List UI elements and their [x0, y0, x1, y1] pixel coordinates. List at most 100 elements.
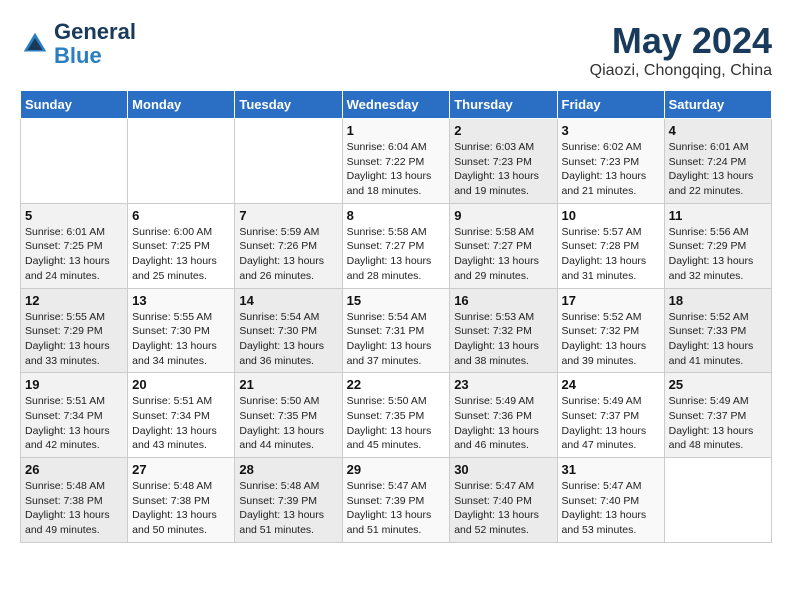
day-info: Sunrise: 5:56 AM Sunset: 7:29 PM Dayligh…: [669, 225, 767, 284]
calendar-cell: 12 Sunrise: 5:55 AM Sunset: 7:29 PM Dayli…: [21, 288, 128, 373]
calendar-cell: 5 Sunrise: 6:01 AM Sunset: 7:25 PM Daylig…: [21, 203, 128, 288]
day-info: Sunrise: 5:52 AM Sunset: 7:32 PM Dayligh…: [562, 310, 660, 369]
weekday-header-row: SundayMondayTuesdayWednesdayThursdayFrid…: [21, 91, 772, 119]
calendar-cell: 3 Sunrise: 6:02 AM Sunset: 7:23 PM Daylig…: [557, 119, 664, 204]
day-info: Sunrise: 6:04 AM Sunset: 7:22 PM Dayligh…: [347, 140, 446, 199]
day-info: Sunrise: 5:49 AM Sunset: 7:36 PM Dayligh…: [454, 394, 552, 453]
calendar-table: SundayMondayTuesdayWednesdayThursdayFrid…: [20, 90, 772, 543]
day-number: 6: [132, 208, 230, 223]
day-number: 11: [669, 208, 767, 223]
day-number: 1: [347, 123, 446, 138]
weekday-tuesday: Tuesday: [235, 91, 342, 119]
weekday-sunday: Sunday: [21, 91, 128, 119]
day-number: 20: [132, 377, 230, 392]
day-number: 22: [347, 377, 446, 392]
calendar-cell: 16Sunrise: 5:53 AM Sunset: 7:32 PM Dayli…: [450, 288, 557, 373]
day-info: Sunrise: 5:58 AM Sunset: 7:27 PM Dayligh…: [347, 225, 446, 284]
day-number: 2: [454, 123, 552, 138]
calendar-cell: 2 Sunrise: 6:03 AM Sunset: 7:23 PM Daylig…: [450, 119, 557, 204]
day-info: Sunrise: 5:54 AM Sunset: 7:30 PM Dayligh…: [239, 310, 337, 369]
day-number: 3: [562, 123, 660, 138]
calendar-cell: 11 Sunrise: 5:56 AM Sunset: 7:29 PM Dayli…: [664, 203, 771, 288]
logo: General Blue: [20, 20, 136, 68]
calendar-cell: [128, 119, 235, 204]
day-info: Sunrise: 6:01 AM Sunset: 7:24 PM Dayligh…: [669, 140, 767, 199]
calendar-cell: [21, 119, 128, 204]
logo-icon: [20, 29, 50, 59]
calendar-cell: 13Sunrise: 5:55 AM Sunset: 7:30 PM Dayli…: [128, 288, 235, 373]
day-number: 19: [25, 377, 123, 392]
day-number: 7: [239, 208, 337, 223]
day-number: 18: [669, 293, 767, 308]
day-info: Sunrise: 5:52 AM Sunset: 7:33 PM Dayligh…: [669, 310, 767, 369]
day-number: 13: [132, 293, 230, 308]
day-info: Sunrise: 5:47 AM Sunset: 7:39 PM Dayligh…: [347, 479, 446, 538]
calendar-body: 1 Sunrise: 6:04 AM Sunset: 7:22 PM Daylig…: [21, 119, 772, 543]
calendar-cell: 26 Sunrise: 5:48 AM Sunset: 7:38 PM Dayli…: [21, 458, 128, 543]
calendar-cell: 15 Sunrise: 5:54 AM Sunset: 7:31 PM Dayli…: [342, 288, 450, 373]
weekday-saturday: Saturday: [664, 91, 771, 119]
day-info: Sunrise: 5:53 AM Sunset: 7:32 PM Dayligh…: [454, 310, 552, 369]
location: Qiaozi, Chongqing, China: [590, 62, 772, 80]
calendar-cell: [235, 119, 342, 204]
day-info: Sunrise: 5:51 AM Sunset: 7:34 PM Dayligh…: [25, 394, 123, 453]
calendar-cell: [664, 458, 771, 543]
calendar-cell: 1 Sunrise: 6:04 AM Sunset: 7:22 PM Daylig…: [342, 119, 450, 204]
day-info: Sunrise: 5:54 AM Sunset: 7:31 PM Dayligh…: [347, 310, 446, 369]
day-info: Sunrise: 5:50 AM Sunset: 7:35 PM Dayligh…: [347, 394, 446, 453]
day-number: 29: [347, 462, 446, 477]
day-number: 4: [669, 123, 767, 138]
day-info: Sunrise: 5:47 AM Sunset: 7:40 PM Dayligh…: [562, 479, 660, 538]
day-info: Sunrise: 5:48 AM Sunset: 7:38 PM Dayligh…: [25, 479, 123, 538]
day-number: 27: [132, 462, 230, 477]
calendar-cell: 7 Sunrise: 5:59 AM Sunset: 7:26 PM Daylig…: [235, 203, 342, 288]
day-info: Sunrise: 5:47 AM Sunset: 7:40 PM Dayligh…: [454, 479, 552, 538]
day-info: Sunrise: 5:48 AM Sunset: 7:39 PM Dayligh…: [239, 479, 337, 538]
calendar-week-4: 19 Sunrise: 5:51 AM Sunset: 7:34 PM Dayli…: [21, 373, 772, 458]
day-number: 8: [347, 208, 446, 223]
page-header: General Blue May 2024 Qiaozi, Chongqing,…: [20, 20, 772, 80]
calendar-cell: 29 Sunrise: 5:47 AM Sunset: 7:39 PM Dayli…: [342, 458, 450, 543]
day-number: 5: [25, 208, 123, 223]
calendar-cell: 10 Sunrise: 5:57 AM Sunset: 7:28 PM Dayli…: [557, 203, 664, 288]
day-info: Sunrise: 5:59 AM Sunset: 7:26 PM Dayligh…: [239, 225, 337, 284]
calendar-cell: 4 Sunrise: 6:01 AM Sunset: 7:24 PM Daylig…: [664, 119, 771, 204]
day-info: Sunrise: 5:55 AM Sunset: 7:29 PM Dayligh…: [25, 310, 123, 369]
weekday-thursday: Thursday: [450, 91, 557, 119]
day-info: Sunrise: 5:49 AM Sunset: 7:37 PM Dayligh…: [562, 394, 660, 453]
calendar-header: SundayMondayTuesdayWednesdayThursdayFrid…: [21, 91, 772, 119]
logo-text: General Blue: [54, 20, 136, 68]
weekday-wednesday: Wednesday: [342, 91, 450, 119]
title-block: May 2024 Qiaozi, Chongqing, China: [590, 20, 772, 80]
calendar-cell: 6 Sunrise: 6:00 AM Sunset: 7:25 PM Daylig…: [128, 203, 235, 288]
day-number: 12: [25, 293, 123, 308]
calendar-cell: 22 Sunrise: 5:50 AM Sunset: 7:35 PM Dayli…: [342, 373, 450, 458]
day-number: 24: [562, 377, 660, 392]
weekday-friday: Friday: [557, 91, 664, 119]
weekday-monday: Monday: [128, 91, 235, 119]
calendar-cell: 14Sunrise: 5:54 AM Sunset: 7:30 PM Dayli…: [235, 288, 342, 373]
day-info: Sunrise: 6:02 AM Sunset: 7:23 PM Dayligh…: [562, 140, 660, 199]
calendar-cell: 27 Sunrise: 5:48 AM Sunset: 7:38 PM Dayli…: [128, 458, 235, 543]
calendar-cell: 31 Sunrise: 5:47 AM Sunset: 7:40 PM Dayli…: [557, 458, 664, 543]
day-info: Sunrise: 6:03 AM Sunset: 7:23 PM Dayligh…: [454, 140, 552, 199]
calendar-week-3: 12 Sunrise: 5:55 AM Sunset: 7:29 PM Dayli…: [21, 288, 772, 373]
day-info: Sunrise: 6:00 AM Sunset: 7:25 PM Dayligh…: [132, 225, 230, 284]
calendar-cell: 20Sunrise: 5:51 AM Sunset: 7:34 PM Dayli…: [128, 373, 235, 458]
day-number: 25: [669, 377, 767, 392]
day-number: 21: [239, 377, 337, 392]
calendar-week-5: 26 Sunrise: 5:48 AM Sunset: 7:38 PM Dayli…: [21, 458, 772, 543]
day-number: 31: [562, 462, 660, 477]
day-info: Sunrise: 5:50 AM Sunset: 7:35 PM Dayligh…: [239, 394, 337, 453]
calendar-cell: 18 Sunrise: 5:52 AM Sunset: 7:33 PM Dayli…: [664, 288, 771, 373]
day-info: Sunrise: 6:01 AM Sunset: 7:25 PM Dayligh…: [25, 225, 123, 284]
day-number: 26: [25, 462, 123, 477]
calendar-cell: 25Sunrise: 5:49 AM Sunset: 7:37 PM Dayli…: [664, 373, 771, 458]
day-info: Sunrise: 5:48 AM Sunset: 7:38 PM Dayligh…: [132, 479, 230, 538]
day-number: 10: [562, 208, 660, 223]
calendar-week-2: 5 Sunrise: 6:01 AM Sunset: 7:25 PM Daylig…: [21, 203, 772, 288]
calendar-cell: 28Sunrise: 5:48 AM Sunset: 7:39 PM Dayli…: [235, 458, 342, 543]
day-number: 15: [347, 293, 446, 308]
day-info: Sunrise: 5:57 AM Sunset: 7:28 PM Dayligh…: [562, 225, 660, 284]
calendar-cell: 17Sunrise: 5:52 AM Sunset: 7:32 PM Dayli…: [557, 288, 664, 373]
